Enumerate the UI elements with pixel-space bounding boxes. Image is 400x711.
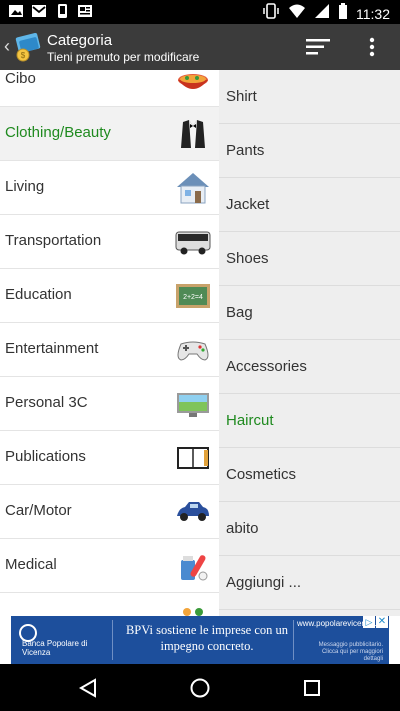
category-label: Living [5,178,45,195]
category-label: Medical [5,556,57,573]
subcategory-item-shirt[interactable]: Shirt [219,70,400,124]
ad-divider [293,620,294,660]
wifi-icon [288,3,306,24]
subcategory-list: Shirt Pants Jacket Shoes Bag Accessories… [219,70,400,616]
recents-icon[interactable] [300,676,324,700]
notification-icons [8,3,93,19]
subcategory-label: Shoes [226,250,269,267]
category-item-cibo[interactable]: Cibo [0,70,219,107]
category-list: Cibo Clothing/Beauty Living Transportati… [0,70,219,616]
add-subcategory-button[interactable]: Aggiungi ... [219,556,400,610]
category-item-clothing-beauty[interactable]: Clothing/Beauty [0,107,219,161]
clock: 11:32 [356,5,390,22]
subcategory-item-cosmetics[interactable]: Cosmetics [219,448,400,502]
system-icons: 11:32 [262,3,390,24]
category-label: Personal 3C [5,394,88,411]
category-label: Car/Motor [5,502,72,519]
action-bar: ‹ $ Categoria Tieni premuto per modifica… [0,24,400,70]
page-subtitle: Tieni premuto per modificare [47,50,200,64]
subcategory-label: Jacket [226,196,270,213]
page-title: Categoria [47,32,113,49]
bus-icon [175,224,211,260]
vibrate-icon [262,3,280,24]
category-label: Transportation [5,232,102,249]
status-bar: 11:32 [0,0,400,24]
subcategory-label: Bag [226,304,253,321]
ad-note: Messaggio pubblicitario. Clicca qui per … [318,642,383,662]
subcategory-label: Haircut [226,412,274,429]
medicine-icon [175,548,211,584]
category-label: Entertainment [5,340,99,357]
ad-message: BPVi sostiene le imprese con un impegno … [125,623,289,653]
ad-close-icon[interactable]: ✕ [376,616,388,628]
house-icon [175,170,211,206]
category-item-partial [0,593,219,616]
overflow-menu-icon[interactable] [366,36,378,58]
mail-icon [31,3,47,19]
category-label: Cibo [5,70,36,87]
ad-bank-name: Banca Popolare di Vicenza [22,639,88,657]
app-logo-icon[interactable]: $ [14,32,42,62]
subcategory-item-jacket[interactable]: Jacket [219,178,400,232]
signal-icon [314,3,330,24]
category-label: Publications [5,448,86,465]
category-item-education[interactable]: Education 2+2=4 [0,269,219,323]
subcategory-label: Aggiungi ... [226,574,302,591]
subcategory-label: Pants [226,142,265,159]
category-item-living[interactable]: Living [0,161,219,215]
category-item-entertainment[interactable]: Entertainment [0,323,219,377]
food-bowl-icon [175,70,211,98]
svg-text:$: $ [21,51,26,60]
monitor-icon [175,386,211,422]
subcategory-item-accessories[interactable]: Accessories [219,340,400,394]
ad-banner-area: Banca Popolare di Vicenza BPVi sostiene … [0,616,400,664]
subcategory-label: Accessories [226,358,307,375]
back-icon[interactable] [76,676,100,700]
subcategory-item-shoes[interactable]: Shoes [219,232,400,286]
category-item-personal-3c[interactable]: Personal 3C [0,377,219,431]
category-label: Education [5,286,72,303]
home-icon[interactable] [188,676,212,700]
book-icon [175,440,211,476]
gamepad-icon [175,332,211,368]
subcategory-label: Cosmetics [226,466,297,483]
category-label: Clothing/Beauty [5,124,111,141]
tuxedo-icon [175,116,211,152]
image-icon [8,3,24,19]
svg-text:2+2=4: 2+2=4 [183,294,203,301]
people-icon [175,602,211,616]
category-item-medical[interactable]: Medical [0,539,219,593]
car-icon [175,494,211,530]
subcategory-item-pants[interactable]: Pants [219,124,400,178]
subcategory-item-bag[interactable]: Bag [219,286,400,340]
ad-divider [112,620,113,660]
phone-notification-icon [54,3,70,19]
sort-icon[interactable] [306,38,332,56]
newspaper-icon [77,3,93,19]
navigation-bar [0,664,400,711]
category-item-car-motor[interactable]: Car/Motor [0,485,219,539]
subcategory-label: abito [226,520,259,537]
ad-banner[interactable]: Banca Popolare di Vicenza BPVi sostiene … [11,616,389,664]
subcategory-item-abito[interactable]: abito [219,502,400,556]
subcategory-item-haircut[interactable]: Haircut [219,394,400,448]
ad-info-icon[interactable]: ▷ [363,616,375,628]
chalkboard-icon: 2+2=4 [175,278,211,314]
battery-icon [338,3,348,24]
subcategory-label: Shirt [226,88,257,105]
category-item-publications[interactable]: Publications [0,431,219,485]
category-item-transportation[interactable]: Transportation [0,215,219,269]
back-chevron-icon[interactable]: ‹ [4,36,10,57]
